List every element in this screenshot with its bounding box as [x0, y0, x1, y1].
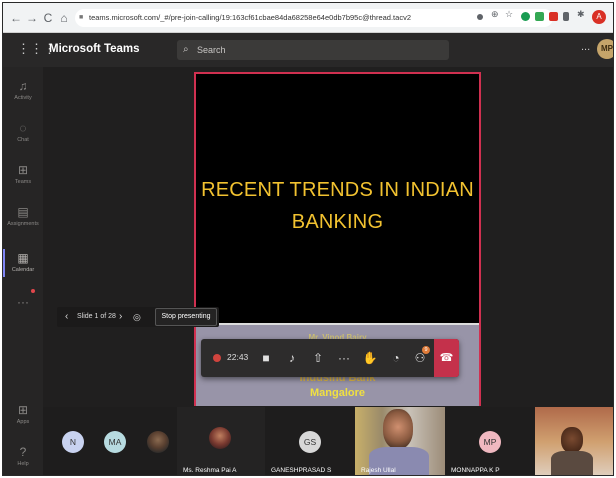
extension-sheet-icon[interactable]: [535, 12, 544, 21]
zoom-icon[interactable]: ⊕: [491, 9, 500, 19]
camera-indicator-icon[interactable]: [477, 14, 483, 20]
slide-navigation: ‹ Slide 1 of 28 › ◎ Stop presenting: [57, 307, 219, 327]
rail-item-teams[interactable]: ⊞ Teams: [3, 163, 43, 185]
camera-button[interactable]: ■: [257, 349, 275, 367]
rail-item-apps[interactable]: ⊞ Apps: [3, 403, 43, 425]
participant-tile[interactable]: MA: [93, 407, 137, 475]
lock-icon: ■: [79, 14, 84, 21]
presenter-location: Mangalore: [309, 387, 365, 399]
participant-avatar: MA: [104, 431, 126, 453]
call-controls: 22:43 ■ ♪ ⇧ ··· ✋ ◔ ⚇ 9 ☎: [201, 339, 459, 377]
rail-label: Teams: [14, 179, 32, 185]
search-placeholder: Search: [197, 45, 226, 55]
rail-item-activity[interactable]: ♫ Activity: [3, 79, 43, 101]
back-icon[interactable]: ←: [9, 8, 23, 28]
previous-slide-button[interactable]: ‹: [65, 307, 68, 327]
slide-title: RECENT TRENDS IN INDIAN BANKING: [196, 174, 479, 238]
rail-item-calendar[interactable]: ▦ Calendar: [3, 251, 43, 273]
more-options-icon[interactable]: ...: [581, 41, 590, 53]
participant-name: GANESHPRASAD S: [271, 467, 332, 474]
share-screen-button[interactable]: ⇧: [309, 349, 327, 367]
participant-avatar: MP: [479, 431, 501, 453]
forward-icon[interactable]: →: [25, 8, 39, 28]
participant-tile[interactable]: MP MONNAPPA K P: [445, 407, 535, 475]
extension-grey-icon[interactable]: [563, 12, 569, 21]
chat-button[interactable]: ◔: [387, 349, 405, 367]
url-text: teams.microsoft.com/_#/pre-join-calling/…: [89, 13, 411, 22]
user-avatar[interactable]: MP: [597, 39, 613, 59]
raise-hand-button[interactable]: ✋: [361, 349, 379, 367]
stop-presenting-button[interactable]: Stop presenting: [155, 308, 217, 326]
more-apps-icon: ···: [17, 295, 29, 309]
participant-tile[interactable]: GS GANESHPRASAD S: [265, 407, 355, 475]
more-actions-button[interactable]: ···: [335, 349, 353, 367]
microphone-button[interactable]: ♪: [283, 349, 301, 367]
participant-name: Rajesh Ullal: [361, 467, 396, 474]
slide-title-line2: BANKING: [291, 211, 384, 233]
participant-tile[interactable]: [137, 407, 177, 475]
browser-toolbar: ← → C ⌂ ■ teams.microsoft.com/_#/pre-joi…: [3, 3, 613, 33]
rail-item-chat[interactable]: ◌ Chat: [3, 121, 43, 143]
rail-item-more[interactable]: ···: [3, 295, 43, 309]
call-indicator-dot: [31, 289, 35, 293]
home-icon[interactable]: ⌂: [57, 8, 71, 28]
participant-strip: N MA Ms. Reshma Pai A GS GANESHPRASAD S …: [43, 407, 613, 475]
participant-avatar: GS: [299, 431, 321, 453]
app-title: Microsoft Teams: [49, 43, 140, 55]
rail-label: Assignments: [7, 221, 39, 227]
rail-item-help[interactable]: ? Help: [3, 445, 43, 467]
extension-green-icon[interactable]: [521, 12, 530, 21]
puzzle-icon[interactable]: ✱: [577, 9, 586, 19]
rail-label: Calendar: [11, 267, 35, 273]
reload-icon[interactable]: C: [41, 8, 55, 28]
help-icon: ?: [19, 445, 27, 459]
participant-shirt: [551, 451, 593, 475]
sync-view-icon[interactable]: ◎: [133, 307, 141, 327]
participant-video-tile[interactable]: Rajesh Ullal: [355, 407, 445, 475]
teams-window: ← → C ⌂ ■ teams.microsoft.com/_#/pre-joi…: [2, 2, 614, 476]
rail-label: Help: [17, 461, 29, 467]
apps-icon: ⊞: [17, 403, 29, 417]
participant-tile[interactable]: N: [53, 407, 93, 475]
app-launcher-icon[interactable]: ⋮⋮⋮: [17, 42, 56, 56]
rail-label: Activity: [14, 95, 32, 101]
slide-counter: Slide 1 of 28: [77, 313, 116, 320]
participant-name: MONNAPPA K P: [451, 467, 500, 474]
recording-icon: [213, 354, 221, 362]
participant-name: Ms. Reshma Pai A: [183, 467, 237, 474]
participant-video-tile[interactable]: [535, 407, 613, 475]
teams-header: ⋮⋮⋮ Microsoft Teams ⌕ Search ... MP: [3, 33, 613, 67]
rail-label: Chat: [17, 137, 29, 143]
participant-photo: [209, 427, 231, 449]
slide-title-line1: RECENT TRENDS IN INDIAN: [201, 179, 474, 201]
teams-icon: ⊞: [17, 163, 29, 177]
rail-item-assignments[interactable]: ▤ Assignments: [3, 205, 43, 227]
browser-profile-avatar[interactable]: A: [592, 10, 606, 24]
assignments-icon: ▤: [17, 205, 29, 219]
bell-icon: ♫: [18, 79, 28, 93]
search-icon: ⌕: [183, 44, 189, 55]
participant-face: [561, 427, 583, 453]
participant-tile[interactable]: Ms. Reshma Pai A: [177, 407, 265, 475]
calendar-icon: ▦: [17, 251, 29, 265]
call-timer: 22:43: [227, 352, 249, 362]
hang-up-button[interactable]: ☎: [434, 339, 459, 377]
participant-face: [383, 409, 413, 449]
next-slide-button[interactable]: ›: [119, 307, 122, 327]
search-input[interactable]: ⌕ Search: [177, 40, 449, 60]
participant-avatar: N: [62, 431, 84, 453]
participants-count-badge: 9: [422, 346, 430, 354]
chat-icon: ◌: [19, 121, 27, 135]
participant-photo: [147, 431, 169, 453]
extension-red-icon[interactable]: [549, 12, 558, 21]
rail-label: Apps: [16, 419, 30, 425]
app-rail: ♫ Activity ◌ Chat ⊞ Teams ▤ Assignments …: [3, 67, 43, 475]
star-icon[interactable]: ☆: [505, 9, 514, 19]
